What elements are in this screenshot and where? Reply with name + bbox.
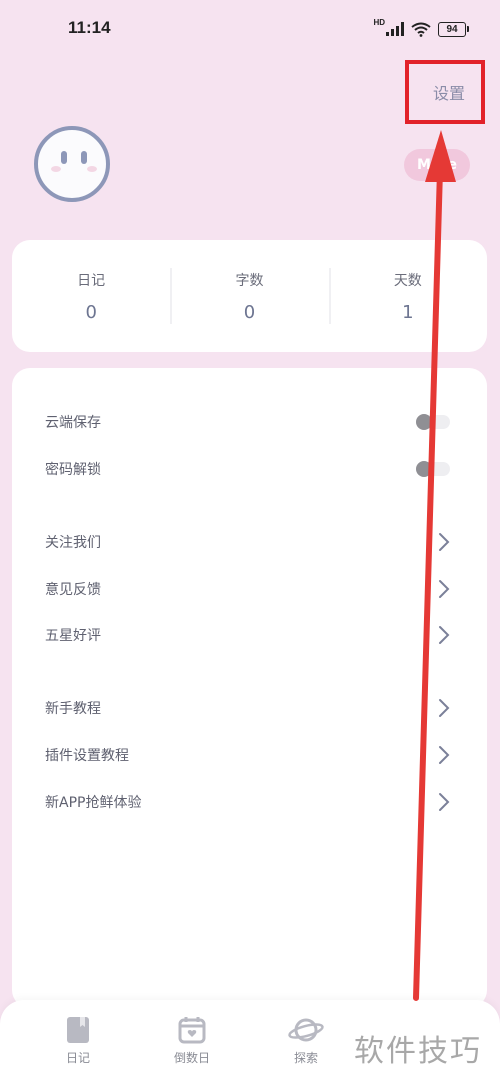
menu-item-label: 插件设置教程 <box>45 748 129 764</box>
menu-item-cloud-save[interactable]: 云端保存 <box>12 402 487 442</box>
battery-icon: 94 <box>438 21 469 37</box>
menu-item-label: 五星好评 <box>45 628 101 644</box>
nav-label: 日记 <box>65 1051 90 1065</box>
toggle-knob <box>416 414 432 430</box>
more-button[interactable]: More <box>404 149 470 181</box>
chevron-right-icon <box>439 793 450 811</box>
avatar-left-cheek <box>51 166 61 172</box>
nav-label: 探索 <box>293 1051 318 1065</box>
menu-item-label: 云端保存 <box>45 415 101 431</box>
avatar-right-cheek <box>87 166 97 172</box>
nav-label: 倒数日 <box>173 1051 210 1065</box>
wifi-icon <box>411 22 431 37</box>
menu-item-label: 密码解锁 <box>45 462 101 478</box>
watermark: 软件技巧 <box>354 1034 482 1069</box>
menu-item-label: 意见反馈 <box>45 582 101 598</box>
stat-words: 字数 0 <box>170 240 328 352</box>
stat-label: 日记 <box>77 272 106 289</box>
stat-value: 1 <box>402 301 414 323</box>
hd-label: HD <box>373 17 385 27</box>
nav-item-diary[interactable]: 日记 <box>38 1016 118 1066</box>
calendar-icon <box>178 1017 206 1044</box>
menu-item-new-app[interactable]: 新APP抢鲜体验 <box>12 782 487 822</box>
menu-item-follow-us[interactable]: 关注我们 <box>12 522 487 562</box>
signal-icon <box>386 22 404 36</box>
settings-link[interactable]: 设置 <box>405 60 485 124</box>
stats-card: 日记 0 字数 0 天数 1 <box>12 240 487 352</box>
password-unlock-toggle[interactable] <box>416 461 450 477</box>
menu-item-label: 关注我们 <box>45 535 101 551</box>
stat-value: 0 <box>85 301 97 323</box>
menu-item-widget-guide[interactable]: 插件设置教程 <box>12 735 487 775</box>
stat-label: 天数 <box>393 272 422 289</box>
stat-value: 0 <box>243 301 256 323</box>
avatar-right-eye <box>81 151 87 164</box>
chevron-right-icon <box>439 746 450 764</box>
status-bar: 11:14 HD 94 <box>0 0 500 60</box>
battery-level: 94 <box>446 23 458 35</box>
stat-label: 字数 <box>235 272 264 289</box>
menu-card: 云端保存 密码解锁 关注我们 意见反馈 五星好评 新手教程 插件设置教程 新AP… <box>12 368 487 1008</box>
menu-item-label: 新APP抢鲜体验 <box>45 795 142 811</box>
menu-item-password-unlock[interactable]: 密码解锁 <box>12 449 487 489</box>
stat-days: 天数 1 <box>328 240 487 352</box>
toggle-knob <box>416 461 432 477</box>
chevron-right-icon <box>439 580 450 598</box>
chevron-right-icon <box>439 533 450 551</box>
menu-item-feedback[interactable]: 意见反馈 <box>12 569 487 609</box>
nav-item-explore[interactable]: 探索 <box>266 1016 346 1066</box>
avatar-left-eye <box>61 151 67 164</box>
nav-item-countdown[interactable]: 倒数日 <box>152 1016 232 1066</box>
menu-item-beginner-guide[interactable]: 新手教程 <box>12 688 487 728</box>
planet-icon <box>288 1018 324 1042</box>
chevron-right-icon <box>439 699 450 717</box>
status-icons: HD 94 <box>373 17 469 40</box>
chevron-right-icon <box>439 626 450 644</box>
status-time: 11:14 <box>68 18 111 37</box>
stat-diary: 日记 0 <box>12 240 170 352</box>
avatar[interactable] <box>34 126 110 202</box>
menu-item-five-star[interactable]: 五星好评 <box>12 615 487 655</box>
cloud-save-toggle[interactable] <box>416 414 450 430</box>
menu-item-label: 新手教程 <box>45 701 101 717</box>
diary-icon <box>67 1017 89 1043</box>
